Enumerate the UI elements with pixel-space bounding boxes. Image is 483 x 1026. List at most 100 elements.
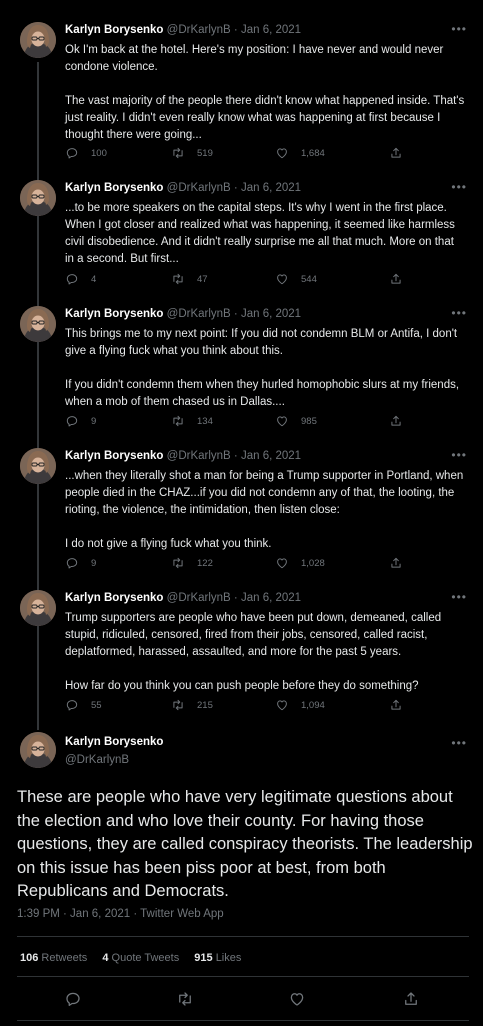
tweet-header: Karlyn Borysenko @DrKarlynB · Jan 6, 202… (65, 24, 301, 36)
divider (17, 976, 469, 977)
author-handle[interactable]: @DrKarlynB (167, 450, 231, 462)
share-button[interactable] (402, 990, 420, 1008)
like-button[interactable]: 1,028 (275, 556, 325, 570)
tweet-paragraph: If you didn't condemn them when they hur… (65, 379, 460, 408)
avatar[interactable] (20, 22, 56, 58)
author-handle[interactable]: @DrKarlynB (167, 308, 231, 320)
retweet-icon (176, 990, 194, 1008)
share-icon (389, 698, 403, 712)
reply-icon (65, 146, 79, 160)
author-name[interactable]: Karlyn Borysenko (65, 182, 163, 194)
like-icon (275, 556, 289, 570)
share-button[interactable] (389, 414, 415, 428)
avatar[interactable] (20, 590, 56, 626)
share-icon (389, 414, 403, 428)
tweet-paragraph: Ok I'm back at the hotel. Here's my posi… (65, 44, 444, 73)
retweet-button[interactable]: 47 (171, 272, 208, 286)
retweet-count: 122 (197, 557, 213, 569)
tweet-text: This brings me to my next point: If you … (65, 326, 465, 411)
tweet-paragraph: Trump supporters are people who have bee… (65, 612, 442, 658)
more-icon[interactable]: ••• (451, 736, 467, 750)
author-name[interactable]: Karlyn Borysenko (65, 308, 163, 320)
reply-count: 9 (91, 557, 97, 569)
retweet-button[interactable]: 134 (171, 414, 213, 428)
share-button[interactable] (389, 556, 415, 570)
more-icon[interactable]: ••• (451, 448, 467, 462)
author-name[interactable]: Karlyn Borysenko (65, 24, 163, 36)
like-icon (275, 272, 289, 286)
reply-button[interactable]: 9 (65, 556, 96, 570)
retweet-button[interactable]: 122 (171, 556, 213, 570)
retweet-count: 519 (197, 147, 213, 159)
thread-line (37, 62, 39, 730)
reply-button[interactable] (64, 990, 82, 1008)
like-button[interactable]: 985 (275, 414, 317, 428)
tweet-date[interactable]: Jan 6, 2021 (241, 182, 301, 194)
tweet-paragraph: The vast majority of the people there di… (65, 95, 465, 141)
share-icon (389, 556, 403, 570)
share-button[interactable] (389, 146, 415, 160)
author-handle[interactable]: @DrKarlynB (65, 754, 129, 766)
reply-icon (65, 556, 79, 570)
tweet-date[interactable]: Jan 6, 2021 (241, 592, 301, 604)
author-name[interactable]: Karlyn Borysenko (65, 736, 163, 748)
like-count: 985 (301, 415, 317, 427)
avatar[interactable] (20, 732, 56, 768)
retweet-button[interactable] (176, 990, 194, 1008)
author-handle[interactable]: @DrKarlynB (167, 592, 231, 604)
share-button[interactable] (389, 698, 415, 712)
reply-button[interactable]: 55 (65, 698, 102, 712)
tweet-date[interactable]: Jan 6, 2021 (241, 24, 301, 36)
main-tweet-actions (0, 990, 483, 1008)
tweet-paragraph: I do not give a flying fuck what you thi… (65, 538, 272, 550)
like-icon (275, 414, 289, 428)
reply-icon (65, 272, 79, 286)
tweet-timestamp[interactable]: 1:39 PM · Jan 6, 2021 · Twitter Web App (17, 908, 224, 920)
like-button[interactable]: 1,684 (275, 146, 325, 160)
more-icon[interactable]: ••• (451, 590, 467, 604)
avatar[interactable] (20, 306, 56, 342)
reply-icon (64, 990, 82, 1008)
reply-count: 9 (91, 415, 97, 427)
tweet-actions: 9 134 985 (65, 414, 415, 430)
tweet-text: ...when they literally shot a man for be… (65, 468, 465, 553)
divider (17, 1020, 469, 1021)
share-icon (402, 990, 420, 1008)
like-button[interactable] (288, 990, 306, 1008)
more-icon[interactable]: ••• (451, 180, 467, 194)
retweet-icon (171, 698, 185, 712)
retweet-button[interactable]: 519 (171, 146, 213, 160)
author-handle[interactable]: @DrKarlynB (167, 24, 231, 36)
likes-stat[interactable]: 915 Likes (194, 952, 241, 964)
avatar[interactable] (20, 448, 56, 484)
author-name[interactable]: Karlyn Borysenko (65, 592, 163, 604)
quote-tweets-stat[interactable]: 4 Quote Tweets (102, 952, 179, 964)
avatar[interactable] (20, 180, 56, 216)
like-button[interactable]: 1,094 (275, 698, 325, 712)
reply-icon (65, 414, 79, 428)
tweet-date[interactable]: Jan 6, 2021 (241, 450, 301, 462)
tweet-date[interactable]: Jan 6, 2021 (241, 308, 301, 320)
more-icon[interactable]: ••• (451, 22, 467, 36)
share-icon (389, 272, 403, 286)
author-handle[interactable]: @DrKarlynB (167, 182, 231, 194)
more-icon[interactable]: ••• (451, 306, 467, 320)
retweet-icon (171, 556, 185, 570)
tweet-header: Karlyn Borysenko @DrKarlynB · Jan 6, 202… (65, 308, 301, 320)
reply-button[interactable]: 100 (65, 146, 107, 160)
tweet-text: Trump supporters are people who have bee… (65, 610, 465, 695)
retweet-button[interactable]: 215 (171, 698, 213, 712)
divider (17, 936, 469, 937)
retweet-icon (171, 272, 185, 286)
separator: · (233, 24, 238, 36)
like-count: 1,028 (301, 557, 325, 569)
separator: · (233, 182, 238, 194)
share-button[interactable] (389, 272, 415, 286)
reply-button[interactable]: 4 (65, 272, 96, 286)
reply-button[interactable]: 9 (65, 414, 96, 428)
like-button[interactable]: 544 (275, 272, 317, 286)
share-icon (389, 146, 403, 160)
reply-count: 100 (91, 147, 107, 159)
author-name[interactable]: Karlyn Borysenko (65, 450, 163, 462)
retweets-stat[interactable]: 106 Retweets (20, 952, 87, 964)
